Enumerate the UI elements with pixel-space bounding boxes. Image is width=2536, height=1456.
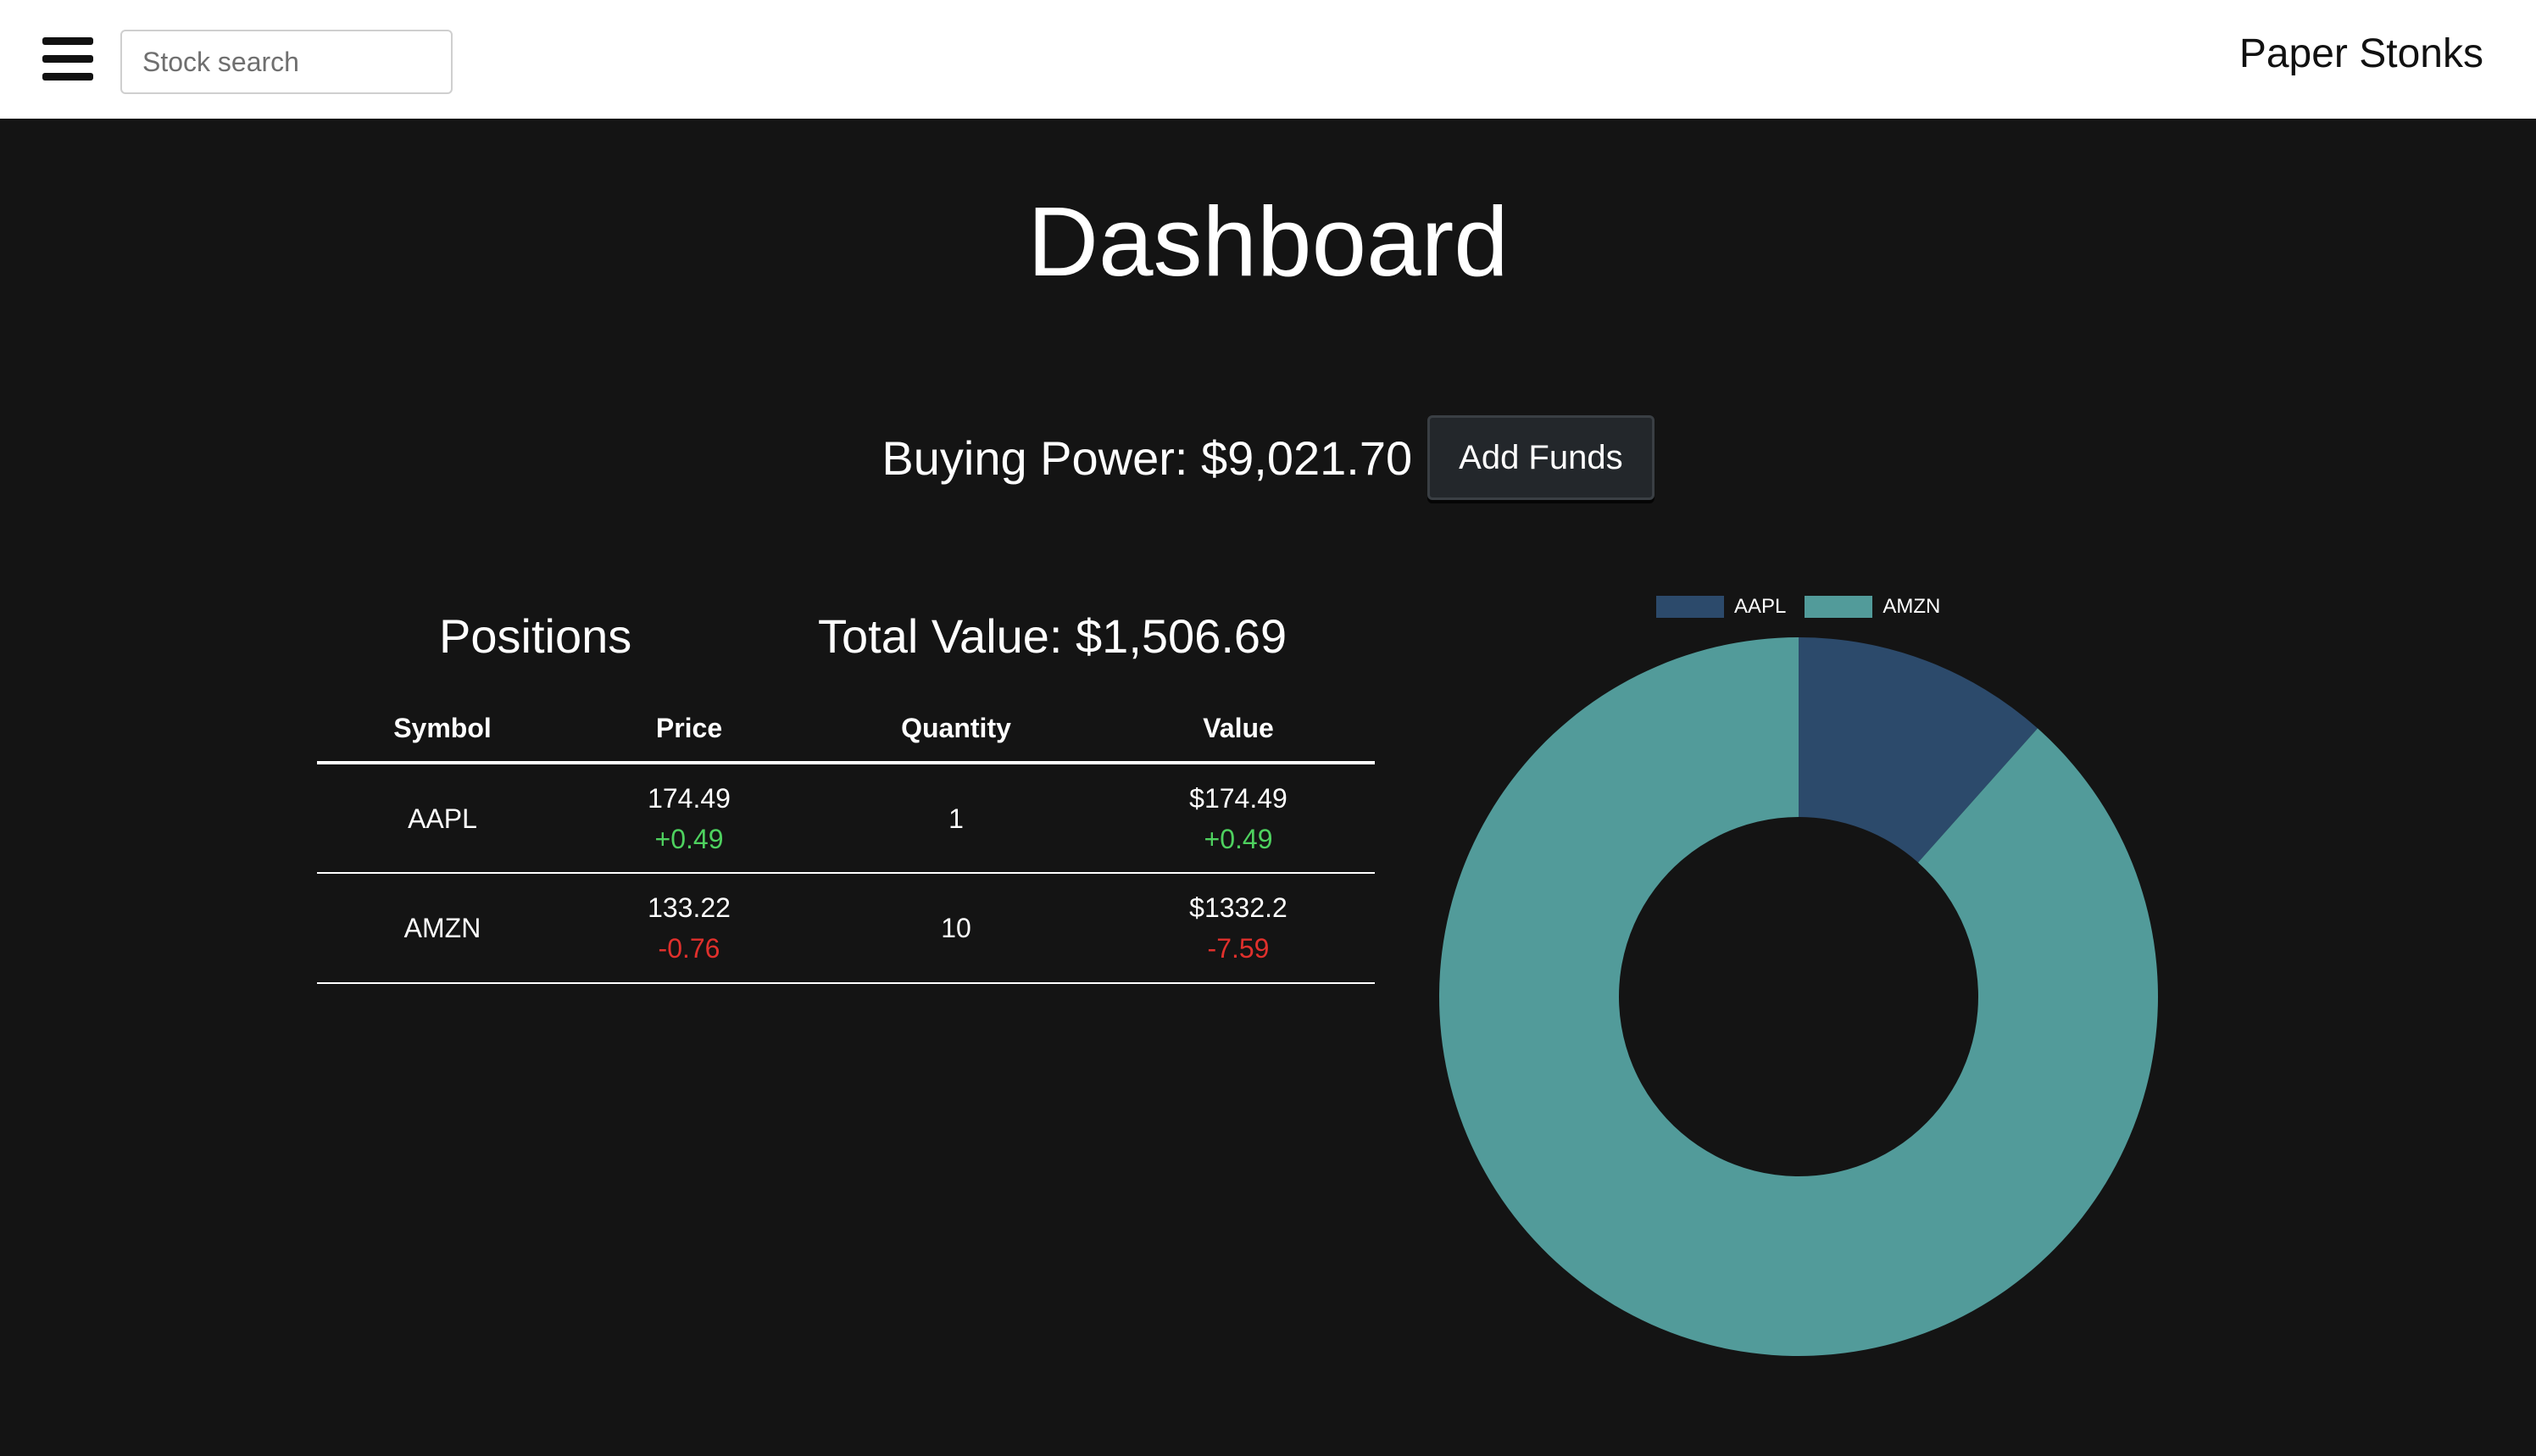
cell-quantity: 10 bbox=[810, 873, 1102, 984]
cell-quantity: 1 bbox=[810, 763, 1102, 874]
price-change: +0.49 bbox=[654, 823, 724, 854]
position-value: $174.49 bbox=[1189, 782, 1287, 814]
legend-swatch-amzn bbox=[1805, 596, 1873, 618]
position-value: $1332.2 bbox=[1189, 892, 1287, 923]
cell-price: 133.22 -0.76 bbox=[568, 873, 810, 984]
portfolio-doughnut-chart bbox=[1439, 637, 2158, 1356]
stock-search-input[interactable] bbox=[120, 30, 453, 94]
positions-table: Symbol Price Quantity Value AAPL 174.49 … bbox=[317, 695, 1375, 984]
legend-item-aapl[interactable]: AAPL bbox=[1656, 595, 1786, 619]
chart-slice-amzn[interactable] bbox=[1439, 637, 2158, 1356]
table-row[interactable]: AMZN 133.22 -0.76 10 $1332.2 -7.59 bbox=[317, 873, 1375, 984]
column-header-price: Price bbox=[568, 695, 810, 764]
cell-price: 174.49 +0.49 bbox=[568, 763, 810, 874]
column-header-value: Value bbox=[1102, 695, 1375, 764]
price-value: 174.49 bbox=[648, 782, 731, 814]
price-value: 133.22 bbox=[648, 892, 731, 923]
brand-title[interactable]: Paper Stonks bbox=[2239, 31, 2483, 77]
top-navbar: Paper Stonks bbox=[0, 0, 2536, 119]
buying-power-section: Buying Power: $9,021.70 Add Funds bbox=[0, 415, 2536, 500]
legend-item-amzn[interactable]: AMZN bbox=[1805, 595, 1940, 619]
value-change: +0.49 bbox=[1204, 823, 1273, 854]
value-change: -7.59 bbox=[1207, 933, 1270, 964]
legend-swatch-aapl bbox=[1656, 596, 1724, 618]
cell-value: $174.49 +0.49 bbox=[1102, 763, 1375, 874]
legend-label-amzn: AMZN bbox=[1883, 595, 1941, 618]
column-header-symbol: Symbol bbox=[317, 695, 568, 764]
cell-symbol[interactable]: AAPL bbox=[317, 763, 568, 874]
cell-symbol[interactable]: AMZN bbox=[317, 873, 568, 984]
buying-power-text: Buying Power: $9,021.70 bbox=[881, 431, 1413, 485]
hamburger-menu-icon[interactable] bbox=[42, 37, 93, 81]
legend-label-aapl: AAPL bbox=[1734, 595, 1787, 618]
add-funds-button[interactable]: Add Funds bbox=[1427, 415, 1655, 500]
table-header-row: Symbol Price Quantity Value bbox=[317, 695, 1375, 764]
price-change: -0.76 bbox=[658, 933, 720, 964]
total-value: Total Value: $1,506.69 bbox=[818, 609, 1287, 663]
positions-title: Positions bbox=[439, 609, 632, 663]
chart-legend: AAPL AMZN bbox=[1656, 595, 1940, 619]
cell-value: $1332.2 -7.59 bbox=[1102, 873, 1375, 984]
table-row[interactable]: AAPL 174.49 +0.49 1 $174.49 +0.49 bbox=[317, 763, 1375, 874]
column-header-quantity: Quantity bbox=[810, 695, 1102, 764]
page-title: Dashboard bbox=[1027, 186, 1509, 297]
